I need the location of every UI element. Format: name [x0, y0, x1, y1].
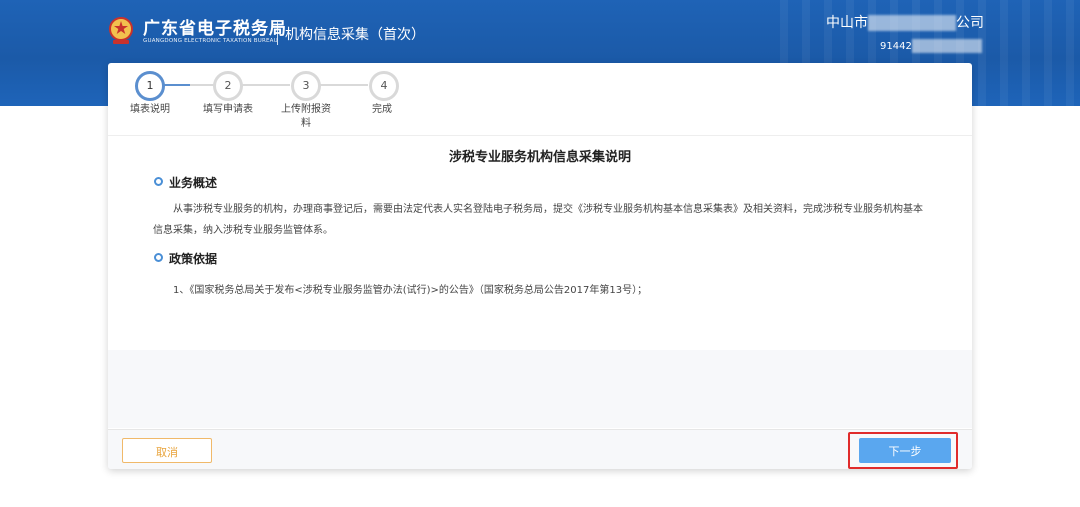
step-connector-2 — [242, 84, 290, 86]
section-heading-overview: 业务概述 — [154, 174, 217, 191]
company-suffix: 公司 — [956, 15, 984, 31]
bullet-icon — [154, 177, 163, 186]
content-title: 涉税专业服务机构信息采集说明 — [448, 150, 631, 165]
section-text-overview: 从事涉税专业服务的机构，办理商事登记后，需要由法定代表人实名登陆电子税务局，提交… — [153, 204, 923, 236]
content-spacer — [108, 350, 972, 428]
next-step-button[interactable]: 下一步 — [859, 438, 951, 463]
tax-id-mask — [911, 39, 982, 53]
card-footer: 取消 — [108, 429, 972, 469]
tax-id: 91442 — [880, 39, 982, 53]
step-2-circle: 2 — [213, 71, 243, 101]
section-heading-policy: 政策依据 — [154, 250, 217, 267]
step-4-label: 完成 — [372, 104, 392, 115]
company-name-mask — [868, 15, 956, 31]
step-2-label: 填写申请表 — [203, 104, 253, 115]
tax-emblem-icon — [109, 17, 133, 44]
header-divider — [277, 21, 278, 45]
cancel-button[interactable]: 取消 — [122, 438, 212, 463]
section-heading-text: 政策依据 — [169, 252, 218, 266]
tax-id-prefix: 91442 — [880, 41, 912, 52]
logo-subtitle: GUANGDONG ELECTRONIC TAXATION BUREAU — [143, 38, 278, 44]
step-4-circle: 4 — [369, 71, 399, 101]
bullet-icon — [154, 253, 163, 262]
company-prefix: 中山市 — [826, 15, 868, 31]
step-indicator: 1 2 3 4 填表说明 填写申请表 上传附报资料 完成 — [108, 63, 972, 136]
page-title: 机构信息采集（首次） — [285, 27, 425, 43]
section-text-policy: 1、《国家税务总局关于发布<涉税专业服务监管办法(试行)>的公告》（国家税务总局… — [173, 285, 648, 296]
section-heading-text: 业务概述 — [169, 176, 218, 190]
step-3-circle: 3 — [291, 71, 321, 101]
step-connector-1 — [164, 84, 190, 86]
instructions-content: 涉税专业服务机构信息采集说明 业务概述 从事涉税专业服务的机构，办理商事登记后，… — [108, 136, 972, 350]
company-name: 中山市 公司 — [826, 12, 984, 32]
logo-title: 广东省电子税务局 — [143, 19, 287, 39]
step-1-circle: 1 — [135, 71, 165, 101]
main-card: 1 2 3 4 填表说明 填写申请表 上传附报资料 完成 涉税专业服务机构信息采… — [108, 63, 972, 469]
step-3-label: 上传附报资料 — [281, 104, 331, 129]
step-connector-3 — [320, 84, 368, 86]
step-1-label: 填表说明 — [130, 104, 170, 115]
